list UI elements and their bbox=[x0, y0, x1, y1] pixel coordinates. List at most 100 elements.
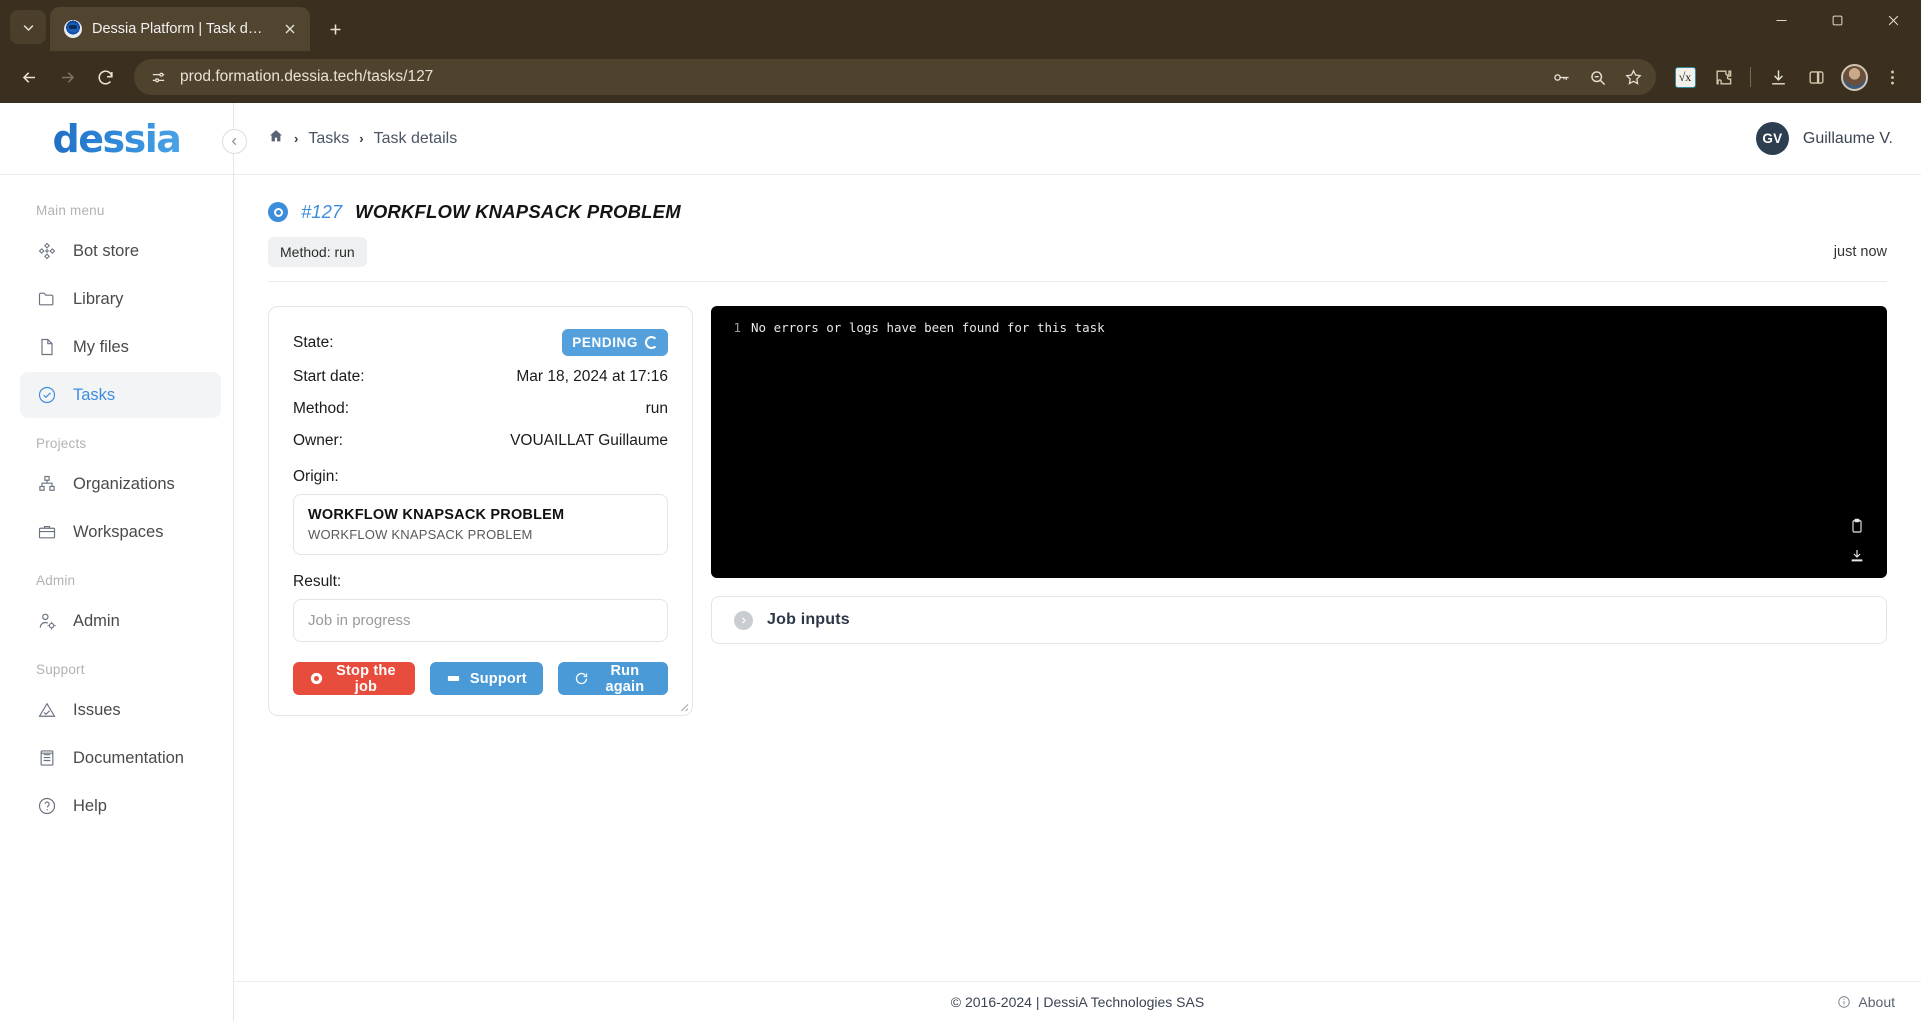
sidebar-item-label: Library bbox=[73, 289, 124, 308]
password-key-icon[interactable] bbox=[1544, 60, 1578, 94]
origin-subtitle: WORKFLOW KNAPSACK PROBLEM bbox=[308, 527, 533, 542]
toolbar-divider bbox=[1750, 67, 1751, 87]
extensions-button[interactable] bbox=[1706, 60, 1740, 94]
info-circle-icon bbox=[1838, 995, 1851, 1008]
sidebar-item-issues[interactable]: Issues bbox=[20, 687, 221, 733]
math-extension-icon[interactable]: √x bbox=[1668, 60, 1702, 94]
sidebar-section-label: Support bbox=[36, 662, 85, 677]
spinner-icon bbox=[645, 336, 658, 349]
chevron-right-circle-icon[interactable] bbox=[734, 610, 753, 630]
sidebar-item-library[interactable]: Library bbox=[20, 276, 221, 322]
window-minimize-button[interactable] bbox=[1753, 0, 1809, 40]
window-maximize-button[interactable] bbox=[1809, 0, 1865, 40]
task-info-card: State: PENDING Start date: Mar 18, 2024 … bbox=[268, 306, 693, 716]
address-bar[interactable]: prod.formation.dessia.tech/tasks/127 bbox=[134, 59, 1656, 95]
chrome-menu-button[interactable] bbox=[1875, 60, 1909, 94]
browser-tab[interactable]: Dessia Platform | Task details bbox=[50, 7, 310, 51]
task-content: State: PENDING Start date: Mar 18, 2024 … bbox=[234, 282, 1921, 981]
sidebar-item-help[interactable]: Help bbox=[20, 783, 221, 829]
origin-title: WORKFLOW KNAPSACK PROBLEM bbox=[308, 507, 565, 523]
user-gear-icon bbox=[36, 611, 57, 632]
sidebar-item-bot-store[interactable]: Bot store bbox=[20, 228, 221, 274]
url-text: prod.formation.dessia.tech/tasks/127 bbox=[180, 68, 434, 85]
browser-tab-strip: Dessia Platform | Task details bbox=[0, 0, 1921, 51]
status-badge: PENDING bbox=[562, 329, 668, 356]
profile-avatar-icon bbox=[1840, 63, 1868, 91]
logo-area[interactable]: dessia bbox=[0, 103, 233, 175]
zoom-search-icon[interactable] bbox=[1580, 60, 1614, 94]
home-icon[interactable] bbox=[268, 128, 284, 149]
card-resize-handle[interactable] bbox=[676, 699, 689, 712]
downloads-button[interactable] bbox=[1761, 60, 1795, 94]
forward-button[interactable] bbox=[50, 60, 84, 94]
sidebar-item-my-files[interactable]: My files bbox=[20, 324, 221, 370]
window-close-button[interactable] bbox=[1865, 0, 1921, 40]
reload-icon bbox=[575, 672, 587, 685]
breadcrumb-item-tasks[interactable]: Tasks bbox=[308, 130, 349, 148]
console-line-text: No errors or logs have been found for th… bbox=[751, 320, 1105, 335]
breadcrumb: › Tasks › Task details bbox=[268, 128, 457, 149]
task-header: #127 WORKFLOW KNAPSACK PROBLEM Method: r… bbox=[234, 175, 1921, 282]
site-settings-button[interactable] bbox=[144, 63, 172, 91]
question-circle-icon bbox=[36, 796, 57, 817]
sidebar-nav: Main menu Bot store Library My files Tas… bbox=[0, 175, 233, 1021]
tab-search-button[interactable] bbox=[10, 10, 46, 44]
state-label: State: bbox=[293, 333, 334, 351]
start-date-value: Mar 18, 2024 at 17:16 bbox=[516, 368, 668, 385]
footer-copyright: © 2016-2024 | DessiA Technologies SAS bbox=[950, 993, 1205, 1010]
run-again-button[interactable]: Run again bbox=[557, 662, 668, 695]
log-console[interactable]: 1 No errors or logs have been found for … bbox=[711, 306, 1887, 578]
breadcrumb-item-task-details[interactable]: Task details bbox=[374, 130, 458, 148]
method-row: Method: run bbox=[293, 400, 668, 418]
warning-triangle-icon bbox=[36, 700, 57, 721]
about-link[interactable]: About bbox=[1837, 994, 1895, 1010]
page-title: #127 WORKFLOW KNAPSACK PROBLEM bbox=[268, 201, 1887, 223]
new-tab-button[interactable] bbox=[318, 12, 352, 46]
sidebar-item-label: Admin bbox=[73, 611, 120, 630]
maximize-icon bbox=[1832, 15, 1842, 25]
tune-icon bbox=[152, 72, 164, 82]
folder-icon bbox=[36, 289, 57, 310]
user-name: Guillaume V. bbox=[1802, 129, 1893, 147]
star-icon bbox=[1624, 68, 1642, 85]
bot-store-icon bbox=[36, 241, 57, 262]
back-arrow-icon bbox=[22, 71, 35, 83]
result-label: Result: bbox=[293, 573, 342, 590]
file-icon bbox=[36, 337, 57, 358]
action-buttons: Stop the job Support Run again bbox=[293, 662, 668, 695]
result-box: Job in progress bbox=[293, 599, 668, 642]
sidebar-item-label: Tasks bbox=[73, 385, 116, 404]
tab-close-button[interactable] bbox=[278, 17, 302, 41]
chrome-profile-button[interactable] bbox=[1837, 60, 1871, 94]
sidebar-item-organizations[interactable]: Organizations bbox=[20, 461, 221, 507]
forward-arrow-icon bbox=[61, 71, 74, 83]
job-inputs-panel[interactable]: Job inputs bbox=[711, 596, 1887, 644]
bookmark-star-icon[interactable] bbox=[1616, 60, 1650, 94]
start-date-label: Start date: bbox=[293, 368, 365, 385]
owner-row: Owner: VOUAILLAT Guillaume bbox=[293, 432, 668, 450]
sidebar-item-admin[interactable]: Admin bbox=[20, 598, 221, 644]
user-menu[interactable]: GV Guillaume V. bbox=[1755, 122, 1893, 155]
home-glyph bbox=[270, 130, 282, 142]
clipboard-icon[interactable] bbox=[1849, 518, 1865, 534]
sidebar-item-tasks[interactable]: Tasks bbox=[20, 372, 221, 418]
support-button[interactable]: Support bbox=[429, 662, 543, 695]
sidebar-item-label: Documentation bbox=[73, 748, 184, 767]
chevron-left-icon bbox=[231, 137, 237, 146]
origin-box[interactable]: WORKFLOW KNAPSACK PROBLEM WORKFLOW KNAPS… bbox=[293, 494, 668, 555]
download-icon[interactable] bbox=[1849, 548, 1865, 564]
sidebar-item-workspaces[interactable]: Workspaces bbox=[20, 509, 221, 555]
chevron-down-icon bbox=[23, 24, 33, 31]
stop-job-button[interactable]: Stop the job bbox=[293, 662, 415, 695]
side-panel-button[interactable] bbox=[1799, 60, 1833, 94]
avatar: GV bbox=[1755, 122, 1789, 155]
page-footer: © 2016-2024 | DessiA Technologies SAS Ab… bbox=[234, 981, 1921, 1021]
sidebar-collapse-button[interactable] bbox=[222, 129, 247, 154]
sidebar-item-documentation[interactable]: Documentation bbox=[20, 735, 221, 781]
job-inputs-title: Job inputs bbox=[767, 611, 850, 628]
side-panel-icon bbox=[1808, 70, 1824, 84]
application-root: dessia Main menu Bot store Library My fi… bbox=[0, 103, 1921, 1021]
reload-button[interactable] bbox=[88, 60, 122, 94]
math-glyph: √x bbox=[1674, 66, 1696, 88]
back-button[interactable] bbox=[12, 60, 46, 94]
